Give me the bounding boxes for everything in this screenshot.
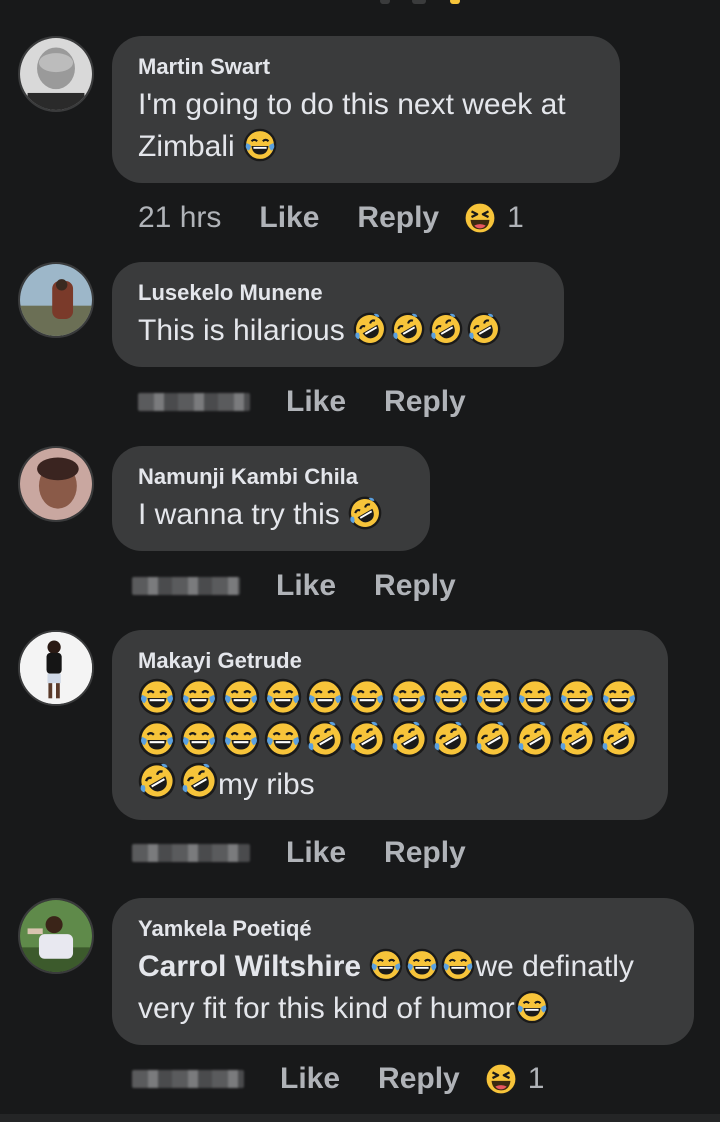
rofl-emoji-icon xyxy=(391,312,425,346)
joy-emoji-icon xyxy=(515,990,549,1024)
reaction-count: 1 xyxy=(527,1062,545,1095)
joy-emoji-icon xyxy=(264,720,302,758)
rofl-emoji-icon xyxy=(348,496,382,530)
comment-text-line: my ribs xyxy=(218,768,315,801)
avatar[interactable] xyxy=(18,36,94,112)
comment-actions: Like Reply xyxy=(138,382,504,422)
emoji-row: my ribs xyxy=(138,762,648,804)
comment-bubble[interactable]: Makayi Getrude my ribs xyxy=(112,630,668,820)
rofl-emoji-icon xyxy=(390,720,428,758)
joy-emoji-icon xyxy=(180,720,218,758)
like-button[interactable]: Like xyxy=(280,1062,340,1096)
like-button[interactable]: Like xyxy=(276,569,336,603)
rofl-emoji-icon xyxy=(474,720,512,758)
comment-text: Carrol Wiltshire we definatly very fit f… xyxy=(138,946,668,1030)
reply-button[interactable]: Reply xyxy=(357,201,439,235)
comment-text: my ribs xyxy=(138,678,648,804)
comment-text: I'm going to do this next week at Zimbal… xyxy=(138,84,594,168)
comment-text-line: we definatly xyxy=(475,950,634,983)
joy-emoji-icon xyxy=(558,678,596,716)
rofl-emoji-icon xyxy=(516,720,554,758)
joy-emoji-icon xyxy=(369,948,403,982)
comment-bubble[interactable]: Martin Swart I'm going to do this next w… xyxy=(112,36,620,183)
joy-emoji-icon xyxy=(405,948,439,982)
comment-author[interactable]: Makayi Getrude xyxy=(138,648,648,674)
comment-bubble[interactable]: Yamkela Poetiqé Carrol Wiltshire we defi… xyxy=(112,898,694,1045)
comment-text-line: I'm going to do this next week at xyxy=(138,88,566,121)
rofl-emoji-icon xyxy=(432,720,470,758)
joy-emoji-icon xyxy=(441,948,475,982)
reply-button[interactable]: Reply xyxy=(384,836,466,870)
joy-emoji-icon xyxy=(222,720,260,758)
avatar[interactable] xyxy=(18,630,94,706)
joy-emoji-icon xyxy=(474,678,512,716)
joy-emoji-icon xyxy=(600,678,638,716)
comment-text: This is hilarious xyxy=(138,310,538,352)
comment-text-line: I wanna try this xyxy=(138,498,340,531)
rofl-emoji-icon xyxy=(467,312,501,346)
comment-text-line: This is hilarious xyxy=(138,314,345,347)
reply-button[interactable]: Reply xyxy=(374,569,456,603)
avatar[interactable] xyxy=(18,898,94,974)
comment-author[interactable]: Yamkela Poetiqé xyxy=(138,916,668,942)
joy-emoji-icon xyxy=(432,678,470,716)
like-button[interactable]: Like xyxy=(259,201,319,235)
comment-author[interactable]: Namunji Kambi Chila xyxy=(138,464,404,490)
comment-bubble[interactable]: Namunji Kambi Chila I wanna try this xyxy=(112,446,430,551)
rofl-emoji-icon xyxy=(600,720,638,758)
redacted-timestamp xyxy=(132,1070,244,1088)
reaction-summary[interactable]: 1 xyxy=(463,201,524,235)
joy-emoji-icon xyxy=(306,678,344,716)
comment-author[interactable]: Martin Swart xyxy=(138,54,594,80)
joy-emoji-icon xyxy=(243,128,277,162)
rofl-emoji-icon xyxy=(429,312,463,346)
rofl-emoji-icon xyxy=(348,720,386,758)
rofl-emoji-icon xyxy=(138,762,176,800)
comment-text: I wanna try this xyxy=(138,494,404,536)
previous-comment-remnant xyxy=(350,0,470,8)
bottom-edge xyxy=(0,1114,720,1122)
comment-actions: Like Reply xyxy=(132,566,494,606)
comment-timestamp[interactable]: 21 hrs xyxy=(138,201,221,235)
joy-emoji-icon xyxy=(390,678,428,716)
comment-actions: 21 hrs Like Reply 1 xyxy=(138,198,524,238)
comment-author[interactable]: Lusekelo Munene xyxy=(138,280,538,306)
reaction-count: 1 xyxy=(507,201,524,234)
reply-button[interactable]: Reply xyxy=(378,1062,460,1096)
haha-reaction-icon xyxy=(484,1062,518,1096)
joy-emoji-icon xyxy=(516,678,554,716)
comment-text-line: Zimbali xyxy=(138,130,235,163)
like-button[interactable]: Like xyxy=(286,385,346,419)
rofl-emoji-icon xyxy=(353,312,387,346)
joy-emoji-icon xyxy=(180,678,218,716)
comment-actions: Like Reply xyxy=(132,833,504,873)
emoji-row xyxy=(138,678,648,720)
emoji-row xyxy=(138,720,648,762)
reply-button[interactable]: Reply xyxy=(384,385,466,419)
redacted-timestamp xyxy=(132,844,250,862)
rofl-emoji-icon xyxy=(180,762,218,800)
redacted-timestamp xyxy=(132,577,240,595)
avatar[interactable] xyxy=(18,262,94,338)
joy-emoji-icon xyxy=(138,720,176,758)
mention-link[interactable]: Carrol Wiltshire xyxy=(138,950,361,983)
joy-emoji-icon xyxy=(138,678,176,716)
reaction-summary[interactable]: 1 xyxy=(484,1062,545,1096)
comment-actions: Like Reply 1 xyxy=(132,1059,544,1099)
rofl-emoji-icon xyxy=(558,720,596,758)
haha-reaction-icon xyxy=(463,201,497,235)
joy-emoji-icon xyxy=(222,678,260,716)
comment-bubble[interactable]: Lusekelo Munene This is hilarious xyxy=(112,262,564,367)
like-button[interactable]: Like xyxy=(286,836,346,870)
rofl-emoji-icon xyxy=(306,720,344,758)
avatar[interactable] xyxy=(18,446,94,522)
joy-emoji-icon xyxy=(264,678,302,716)
comment-text-line: very fit for this kind of humor xyxy=(138,992,515,1025)
joy-emoji-icon xyxy=(348,678,386,716)
redacted-timestamp xyxy=(138,393,250,411)
